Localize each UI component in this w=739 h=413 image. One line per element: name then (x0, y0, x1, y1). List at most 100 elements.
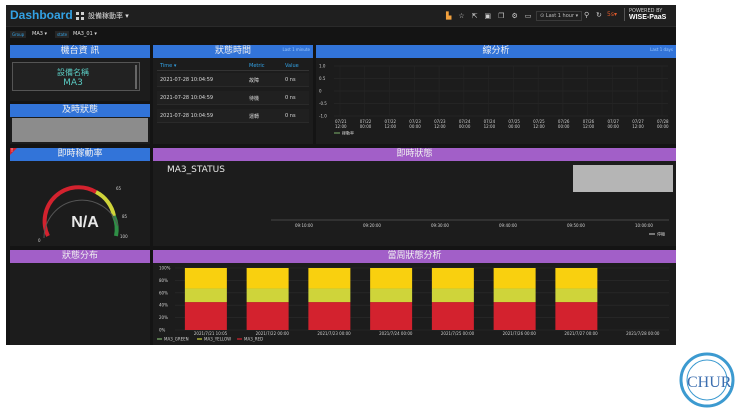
status-time-panel: 狀態時間 Last 1 minute Time ▾ Metric Value 2… (153, 45, 313, 144)
table-row: 2021-07-28 10:04:59 待機 0 ns (157, 91, 309, 105)
x-tick-label: 00:00 (558, 124, 570, 129)
bar-segment-top (370, 268, 413, 289)
column-header-metric[interactable]: Metric (249, 63, 265, 69)
device-name-box: 設備名稱 MA3 (12, 62, 140, 91)
group-variable-label: Group (10, 31, 27, 38)
y-tick-label: 0.5 (319, 76, 326, 81)
bar-segment-yellow (246, 288, 289, 303)
bar-segment-top (555, 268, 598, 289)
zoom-out-icon[interactable]: ⚲ (584, 11, 589, 19)
status-series-label: MA3_STATUS (167, 165, 225, 175)
x-tick-label: 00:00 (459, 124, 471, 129)
grafana-dashboard: Dashboard 設備稼動率 ▾ ▙ ☆ ⇱ ▣ ❐ ⚙ ▭ ⊙ Last 1… (6, 5, 676, 345)
realtime-status-chart[interactable]: 09:10:00 09:20:00 09:30:00 09:40:00 09:50:00… (153, 206, 676, 246)
x-tick-label: 2021/7/22 00:00 (256, 331, 290, 336)
bar-segment-top (431, 268, 474, 289)
status-distribution-title[interactable]: 狀態分布 (10, 250, 150, 263)
device-info-title[interactable]: 機台資 訊 (10, 45, 150, 58)
dashboard-brand[interactable]: Dashboard (10, 8, 73, 22)
legend-label: 稼動率 (342, 130, 354, 136)
y-tick-label: 0 (319, 89, 322, 94)
bar-segment-yellow (370, 288, 413, 303)
y-tick-label: 80% (159, 278, 168, 283)
x-tick-label: 10:00:00 (635, 223, 653, 228)
bar-segment-yellow (493, 288, 536, 303)
y-tick-label: -0.5 (319, 101, 327, 106)
weekly-status-title[interactable]: 當周狀態分析 (153, 250, 676, 263)
y-tick-label: 100% (159, 266, 171, 271)
state-variable-select[interactable]: MA3_01 ▾ (73, 31, 97, 37)
bar-segment-red (370, 302, 413, 330)
dashboard-grid-icon[interactable] (76, 12, 84, 20)
x-tick-label: 00:00 (657, 124, 669, 129)
y-tick-label: 1.0 (319, 64, 326, 69)
y-tick-label: -1.0 (319, 114, 327, 119)
logo-text: CHUR (687, 374, 732, 391)
line-analysis-range-tag: Last 1 days (650, 47, 673, 52)
bar-segment-red (555, 302, 598, 330)
save-icon[interactable]: ▣ (485, 12, 492, 20)
row-value: 0 ns (285, 95, 296, 101)
row-metric: 故障 (249, 78, 260, 84)
x-tick-label: 12:00 (385, 124, 397, 129)
x-tick-label: 00:00 (607, 124, 619, 129)
legend-label: MA3_RED (244, 337, 263, 342)
refresh-rate-picker[interactable]: 5s▾ (607, 11, 617, 18)
x-tick-label: 2021/7/24 00:00 (379, 331, 413, 336)
x-tick-label: 12:00 (583, 124, 595, 129)
copy-icon[interactable]: ❐ (498, 12, 504, 20)
y-tick-label: 60% (159, 290, 168, 295)
y-tick-label: 0% (159, 328, 166, 333)
bar-segment-red (308, 302, 351, 330)
line-analysis-title[interactable]: 線分析 (316, 45, 676, 58)
dashboard-picker[interactable]: 設備稼動率 ▾ (88, 11, 129, 21)
row-time: 2021-07-28 10:04:59 (160, 113, 214, 119)
device-box-scrollbar[interactable] (135, 65, 137, 89)
table-row: 2021-07-28 10:04:59 運轉 0 ns (157, 109, 309, 123)
weekly-status-panel: 當周狀態分析 100% 80% 60% 40% 20% 0% 2021/7/21 10:05… (153, 250, 676, 345)
utilization-panel: 即時稼動率 ! 65 85 100 0 N/A (10, 148, 150, 246)
refresh-icon[interactable]: ↻ (596, 11, 602, 19)
group-variable-select[interactable]: MA3 ▾ (32, 31, 47, 37)
star-icon[interactable]: ☆ (458, 12, 464, 20)
column-header-value[interactable]: Value (285, 63, 299, 69)
bar-segment-top (493, 268, 536, 289)
gauge-tick-label: 0 (38, 238, 41, 243)
bar-segment-yellow (555, 288, 598, 303)
time-range-picker[interactable]: ⊙ Last 1 hour ▾ (536, 11, 583, 21)
device-info-panel: 機台資 訊 設備名稱 MA3 (10, 45, 150, 101)
x-tick-label: 12:00 (434, 124, 446, 129)
realtime-status-title[interactable]: 即時狀態 (153, 148, 676, 161)
bar-segment-red (493, 302, 536, 330)
utilization-gauge: 65 85 100 0 (38, 185, 128, 243)
legend-label: MA3_GREEN (164, 337, 189, 342)
bar-chart-icon[interactable]: ▙ (446, 12, 451, 20)
x-tick-label: 09:50:00 (567, 223, 585, 228)
realtime-status-panel: 即時狀態 MA3_STATUS 09:10:00 09:20:00 09:30:00… (153, 148, 676, 246)
line-analysis-chart[interactable]: 1.00.50-0.5-1.007/2112:0007/2200:0007/22… (316, 58, 676, 144)
x-tick-label: 09:20:00 (363, 223, 381, 228)
status-table-header: Time ▾ Metric Value (157, 61, 309, 71)
legend-label: MA3_YELLOW (204, 337, 231, 342)
x-tick-label: 2021/7/27 00:00 (564, 331, 598, 336)
bar-segment-yellow (431, 288, 474, 303)
x-tick-label: 12:00 (632, 124, 644, 129)
utilization-value: N/A (71, 214, 99, 231)
table-row: 2021-07-28 10:04:59 故障 0 ns (157, 73, 309, 87)
weekly-status-chart[interactable]: 100% 80% 60% 40% 20% 0% 2021/7/21 10:05 2021/7/… (153, 263, 676, 345)
settings-icon[interactable]: ⚙ (511, 12, 517, 20)
toolbar-icons: ▙ ☆ ⇱ ▣ ❐ ⚙ ▭ (446, 12, 531, 20)
share-icon[interactable]: ⇱ (472, 12, 478, 20)
x-tick-label: 12:00 (484, 124, 496, 129)
column-header-time[interactable]: Time ▾ (160, 63, 176, 69)
realtime-status-small-title[interactable]: 及時狀態 (10, 104, 150, 117)
bar-segment-top (246, 268, 289, 289)
x-tick-label: 00:00 (409, 124, 421, 129)
line-analysis-panel: 線分析 Last 1 days 1.0 0.5 0 -0.5 -1.0 07/21 12:0… (316, 45, 676, 144)
x-tick-label: 2021/7/21 10:05 (194, 331, 228, 336)
monitor-icon[interactable]: ▭ (525, 12, 532, 20)
row-time: 2021-07-28 10:04:59 (160, 77, 214, 83)
church-logo: CHUR (679, 352, 735, 408)
utilization-title[interactable]: 即時稼動率 (10, 148, 150, 161)
x-tick-label: 00:00 (508, 124, 520, 129)
